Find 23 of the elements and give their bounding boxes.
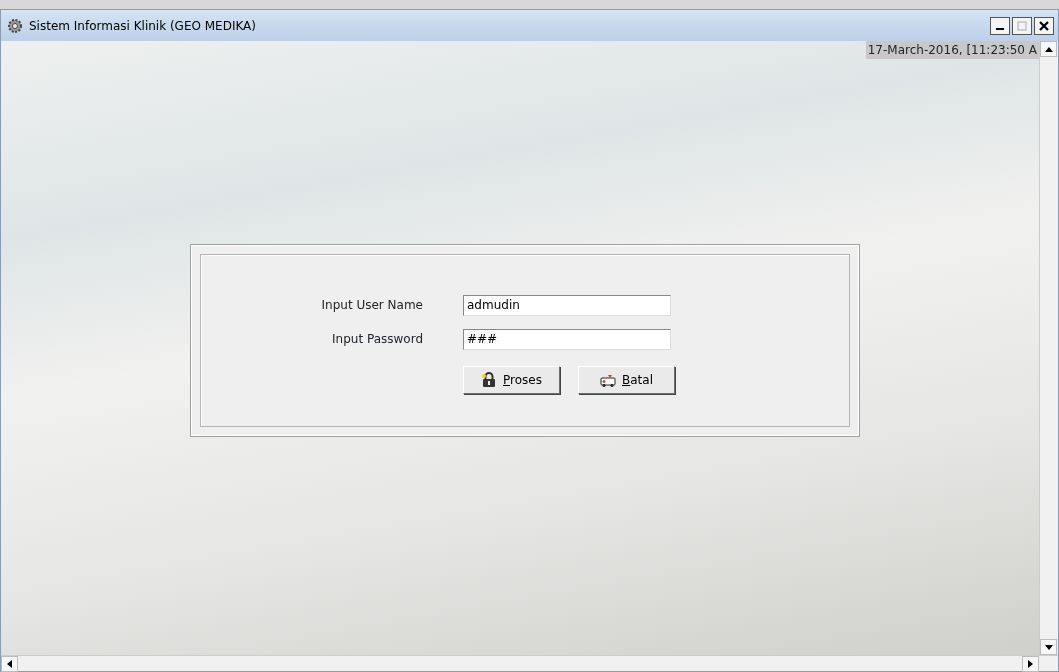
down-arrow-icon: [1044, 644, 1053, 650]
datetime-label: 17-March-2016, [11:23:50 A: [865, 41, 1039, 59]
up-arrow-icon: [1044, 46, 1053, 52]
gear-icon: [7, 17, 23, 34]
field-label: Input Password: [331, 331, 424, 348]
proceed-button[interactable]: Proses: [463, 366, 560, 394]
close-icon: [1039, 20, 1049, 31]
minimize-button[interactable]: [990, 16, 1010, 35]
ambulance-icon: [600, 372, 616, 388]
minimize-icon: [996, 28, 1004, 30]
horizontal-scrollbar[interactable]: [1, 655, 1058, 671]
close-button[interactable]: [1034, 16, 1054, 35]
cancel-button[interactable]: Batal: [578, 366, 675, 394]
lock-icon: [481, 372, 498, 388]
left-arrow-icon: [7, 660, 12, 668]
input-field[interactable]: admudin: [463, 294, 671, 316]
vertical-scrollbar[interactable]: [1039, 41, 1058, 655]
field-label: Input User Name: [320, 297, 424, 314]
maximize-icon: [1017, 20, 1027, 31]
right-arrow-icon: [1028, 660, 1033, 668]
input-field[interactable]: ###: [463, 328, 671, 350]
window-title: Sistem Informasi Klinik (GEO MEDIKA): [29, 17, 256, 35]
maximize-button[interactable]: [1012, 16, 1032, 35]
